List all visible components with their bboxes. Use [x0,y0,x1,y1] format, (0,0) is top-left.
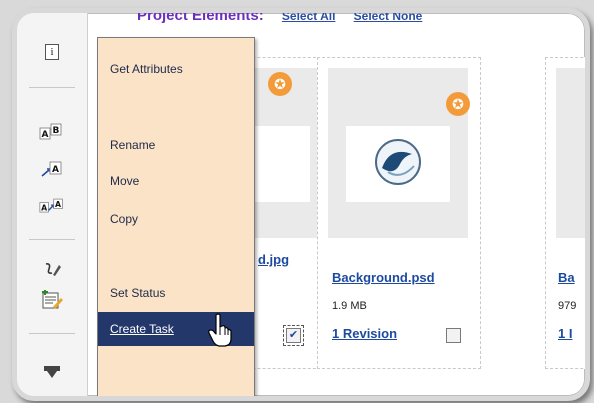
page-header: Project Elements: Select All Select None [137,13,422,27]
info-icon[interactable]: i [39,41,65,63]
menu-item-move[interactable]: Move [98,166,254,196]
file-card[interactable]: Ba 979 1 I [545,57,585,369]
revision-link[interactable]: 1 Revision [332,326,397,341]
page-title: Project Elements: [137,13,264,24]
photoshop-file-icon [375,139,421,185]
move-icon[interactable]: A [39,159,65,181]
file-select-checkbox[interactable] [446,328,461,343]
file-name-link[interactable]: Background.psd [332,270,435,285]
set-status-icon[interactable] [39,259,65,281]
select-all-link[interactable]: Select All [282,13,336,23]
action-toolbar: i A B A A A [17,13,88,396]
svg-text:A: A [42,130,49,140]
menu-item-set-status[interactable]: Set Status [98,278,254,308]
file-select-checkbox[interactable]: ✔ [283,325,304,346]
file-name-link[interactable]: d.jpg [258,252,289,267]
file-thumbnail[interactable] [328,68,468,238]
file-thumbnail[interactable] [556,68,585,238]
file-card[interactable]: ✪ Background.psd 1.9 MB 1 Revision [317,57,481,369]
svg-text:B: B [53,126,60,136]
file-size: 979 [558,300,577,312]
hand-cursor-icon [207,313,237,347]
app-window: Project Elements: Select All Select None… [17,13,585,396]
toolbar-divider [29,87,75,88]
toolbar-divider [29,333,75,334]
svg-text:A: A [52,165,59,175]
copy-icon[interactable]: A A [39,195,65,217]
file-size: 1.9 MB [332,300,367,312]
svg-text:A: A [41,203,47,212]
revision-link[interactable]: 1 I [558,326,572,341]
screenshot-frame: Project Elements: Select All Select None… [12,8,590,401]
favorite-star-icon[interactable]: ✪ [446,92,470,116]
select-none-link[interactable]: Select None [354,13,423,23]
toolbar-divider [29,239,75,240]
create-task-icon[interactable] [39,289,65,311]
rename-icon[interactable]: A B [39,121,65,143]
favorite-star-icon[interactable]: ✪ [268,72,292,96]
file-name-link[interactable]: Ba [558,270,575,285]
download-icon[interactable] [39,363,65,385]
menu-item-get-attributes[interactable]: Get Attributes [98,54,254,84]
svg-text:A: A [55,200,61,209]
menu-item-download-jpeg[interactable]: Download JPEG [98,386,254,396]
menu-item-rename[interactable]: Rename [98,130,254,160]
menu-item-copy[interactable]: Copy [98,204,254,234]
